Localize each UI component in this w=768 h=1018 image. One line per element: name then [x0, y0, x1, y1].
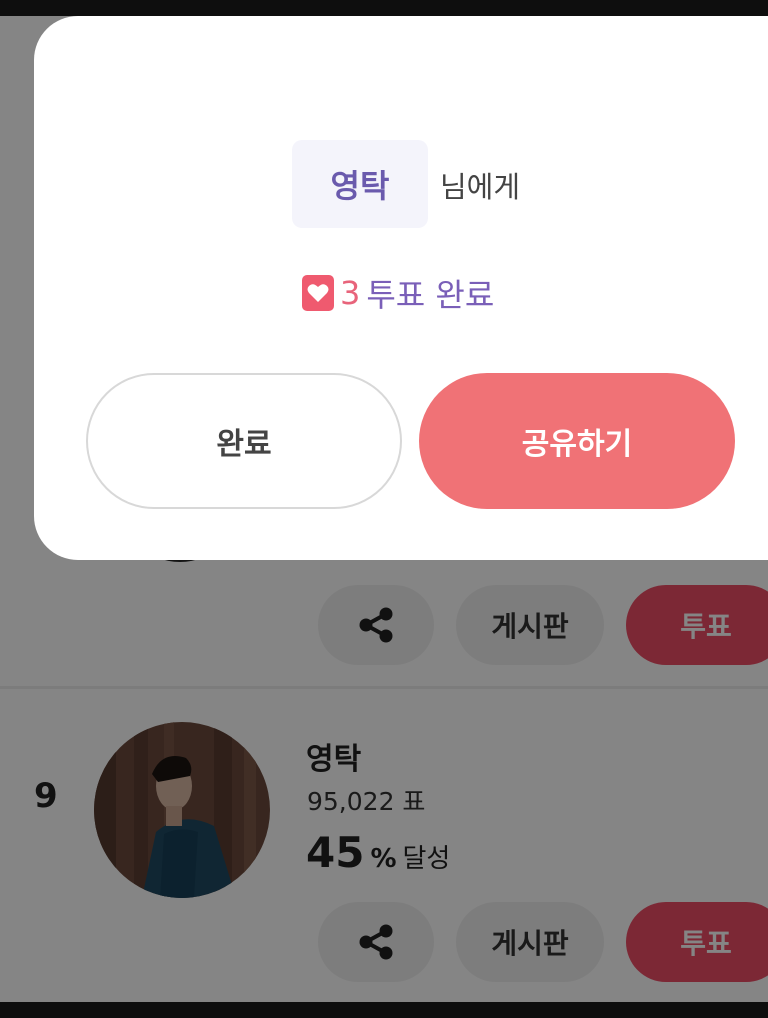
vote-result-text: 투표 완료 [366, 276, 495, 314]
app-screen: 게시판 투표 9 영탁 95,022 표 45 % 달성 게시판 투표 영탁 님… [0, 0, 768, 1018]
done-button[interactable]: 완료 [86, 373, 402, 509]
recipient-suffix: 님에게 [440, 170, 521, 204]
share-button[interactable]: 공유하기 [419, 373, 735, 509]
navigation-bar [0, 1002, 768, 1018]
vote-count: 3 [340, 274, 361, 312]
status-bar [0, 0, 768, 16]
vote-complete-dialog: 영탁 님에게 3 투표 완료 완료 공유하기 [34, 16, 768, 560]
recipient-name-chip: 영탁 [292, 140, 428, 228]
vote-result: 3 투표 완료 [302, 270, 494, 316]
heart-icon [302, 275, 334, 311]
